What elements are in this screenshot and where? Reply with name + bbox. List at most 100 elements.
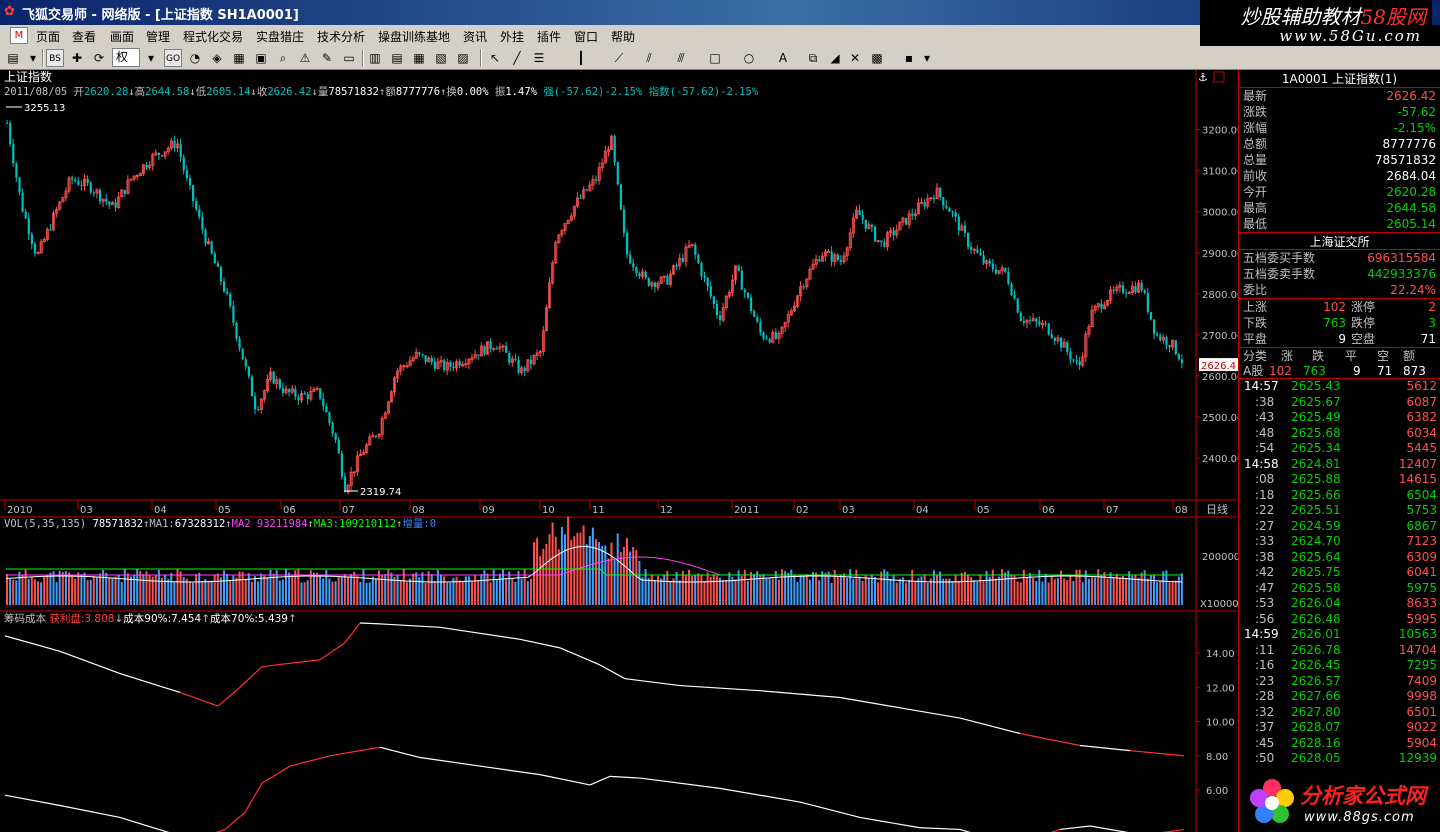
volume-bar [725,580,728,605]
menu-plugins[interactable]: 插件 [537,28,561,45]
candle-body [942,197,945,206]
menu-training[interactable]: 操盘训练基地 [378,28,450,45]
tick-row[interactable]: :54 2625.34 5445 [1239,441,1440,457]
candle-body [1013,295,1016,299]
eraser-icon[interactable]: ◢ [826,49,844,67]
tick-row[interactable]: 14:57 2625.43 5612 [1239,379,1440,395]
tick-row[interactable]: :11 2626.78 14704 [1239,643,1440,659]
time-axis-label: 02 [796,505,809,516]
save-dropdown-icon[interactable]: ▾ [918,49,936,67]
tick-row[interactable]: :08 2625.88 14615 [1239,472,1440,488]
alarm-icon[interactable]: ⚠ [296,49,314,67]
rights-combo[interactable]: 权 [112,48,140,67]
copy-tool-icon[interactable]: ⧉ [804,49,822,67]
menu-help[interactable]: 帮助 [611,28,635,45]
tick-row[interactable]: :50 2628.05 12939 [1239,751,1440,767]
layout-a-icon[interactable]: ▭ [340,49,358,67]
tick-row[interactable]: :33 2624.70 7123 [1239,534,1440,550]
tick-row[interactable]: :32 2627.80 6501 [1239,705,1440,721]
fan-tool-icon[interactable]: ⟋ [610,49,628,67]
menu-page[interactable]: 页面 [36,28,60,45]
time-axis-label: 2010 [7,505,32,516]
tick-row[interactable]: :18 2625.66 6504 [1239,488,1440,504]
tick-row[interactable]: :43 2625.49 6382 [1239,410,1440,426]
layout-d-icon[interactable]: ▦ [410,49,428,67]
tick-row[interactable]: :28 2627.66 9998 [1239,689,1440,705]
rect-tool-icon[interactable]: □ [706,49,724,67]
tick-time: :38 [1255,394,1275,409]
menu-live-hunt[interactable]: 实盘猎庄 [256,28,304,45]
delete-tool-icon[interactable]: ✕ [846,49,864,67]
tick-row[interactable]: 14:59 2626.01 10563 [1239,627,1440,643]
candle-body [932,197,936,199]
app-menu-logo-icon[interactable]: M [10,27,28,44]
tick-row[interactable]: :22 2625.51 5753 [1239,503,1440,519]
tick-row[interactable]: :16 2626.45 7295 [1239,658,1440,674]
layout-e-icon[interactable]: ▧ [432,49,450,67]
tick-row[interactable]: :53 2626.04 8633 [1239,596,1440,612]
tick-row[interactable]: :38 2625.67 6087 [1239,395,1440,411]
menu-tech-analysis[interactable]: 技术分析 [317,28,365,45]
bell-icon[interactable]: ◔ [186,49,204,67]
quote-value: 2626.42 [1386,89,1436,103]
tick-list[interactable]: 14:57 2625.43 5612:38 2625.67 6087:43 2625.49… [1239,379,1440,767]
volume-bar [142,574,145,605]
menu-view[interactable]: 查看 [72,28,96,45]
layout-c-icon[interactable]: ▤ [388,49,406,67]
go-icon[interactable]: GO [164,49,182,67]
plus-green-icon[interactable]: ✚ [68,49,86,67]
tick-row[interactable]: :56 2626.48 5995 [1239,612,1440,628]
candle-body [145,164,148,168]
menu-news[interactable]: 资讯 [463,28,487,45]
parallel-tool-icon[interactable]: ⫻ [672,49,690,67]
text-tool-icon[interactable]: A [774,49,792,67]
candle-body [195,201,198,210]
vline-tool-icon[interactable]: ┃ [572,49,590,67]
refresh-icon[interactable]: ⟳ [90,49,108,67]
tick-row[interactable]: :42 2625.75 6041 [1239,565,1440,581]
volume-bar [610,542,613,605]
chart-area[interactable]: 上证指数 2011/08/05 开2620.28↓高2644.58↓低2605.1… [0,70,1238,832]
tick-row[interactable]: :47 2625.58 5975 [1239,581,1440,597]
menu-plugin-ext[interactable]: 外挂 [500,28,524,45]
cursor-icon[interactable]: ↖ [486,49,504,67]
channel-tool-icon[interactable]: ⫽ [640,49,658,67]
tick-row[interactable]: 14:58 2624.81 12407 [1239,457,1440,473]
grid-icon[interactable]: ▦ [230,49,248,67]
tick-time: :50 [1255,751,1275,765]
exchange-icon[interactable]: ◈ [208,49,226,67]
frame-icon[interactable]: ▣ [252,49,270,67]
hline-tool-icon[interactable]: ☰ [530,49,548,67]
volume-bar [998,576,1000,605]
ellipse-tool-icon[interactable]: ○ [740,49,758,67]
menu-screen[interactable]: 画面 [110,28,134,45]
menu-window[interactable]: 窗口 [574,28,598,45]
class-row-cell: 71 [1377,364,1393,378]
color-palette-icon[interactable]: ▩ [868,49,886,67]
tick-row[interactable]: :45 2628.16 5904 [1239,736,1440,752]
save-icon[interactable]: ▪ [900,49,918,67]
tick-time: :38 [1255,549,1275,564]
dropdown-arrow-icon[interactable]: ▾ [24,49,42,67]
tick-row[interactable]: :27 2624.59 6867 [1239,519,1440,535]
layout-b-icon[interactable]: ▥ [366,49,384,67]
cost90-line [217,686,241,707]
line-tool-icon[interactable]: ╱ [508,49,526,67]
chat-icon[interactable]: ✎ [318,49,336,67]
volume-bar [852,578,855,605]
bsd-icon[interactable]: BS [46,49,64,67]
tick-price: 2625.64 [1291,549,1341,564]
folder-open-icon[interactable]: ▤ [4,49,22,67]
tick-row[interactable]: :23 2626.57 7409 [1239,674,1440,690]
menu-program-trading[interactable]: 程式化交易 [183,28,243,45]
chart-svg[interactable]: 上证指数2011/08/05 开2620.28↓高2644.58↓低2605.1… [0,70,1238,832]
menu-manage[interactable]: 管理 [146,28,170,45]
time-axis-label: 06 [283,505,296,516]
volume-bar [86,580,89,605]
magnifier-icon[interactable]: ⌕ [274,49,292,67]
tick-row[interactable]: :48 2625.68 6034 [1239,426,1440,442]
tick-row[interactable]: :38 2625.64 6309 [1239,550,1440,566]
chart-combo-arrow-icon[interactable]: ▾ [142,49,160,67]
layout-f-icon[interactable]: ▨ [454,49,472,67]
tick-row[interactable]: :37 2628.07 9022 [1239,720,1440,736]
